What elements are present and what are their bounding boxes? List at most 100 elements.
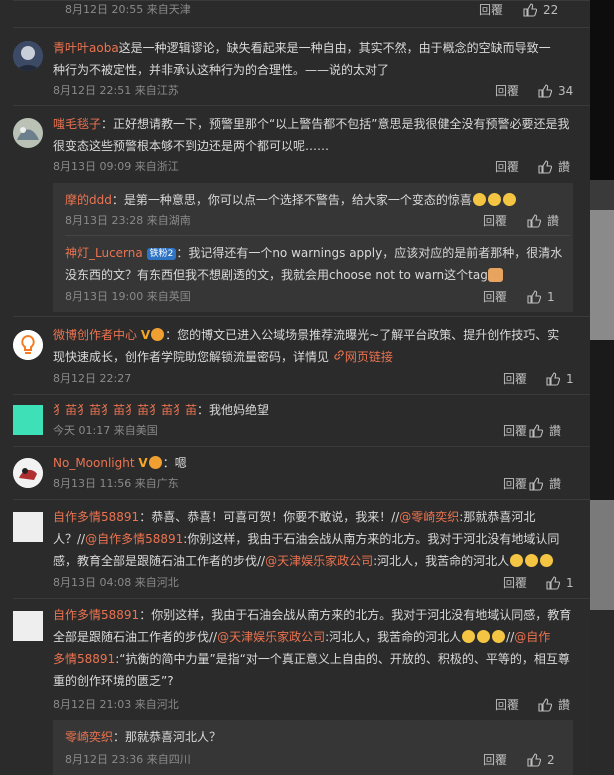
thumbs-up-icon <box>527 290 542 304</box>
divider <box>13 598 590 599</box>
username-link[interactable]: 嗤毛毯子 <box>53 117 101 131</box>
comment-text: 青叶叶aoba这是一种逻辑谬论，缺失看起来是一种自由，其实不然，由于概念的空缺而… <box>53 41 551 77</box>
emoji-icon <box>502 193 516 206</box>
verified-icon: V <box>140 328 151 342</box>
divider <box>13 27 590 28</box>
like-button[interactable]: 34 <box>538 83 573 99</box>
thumbs-up-icon <box>529 424 544 438</box>
background-block <box>590 610 614 775</box>
reply-time: 8月13日 19:00 来自英国 <box>65 290 191 303</box>
thumbs-up-icon <box>538 160 553 174</box>
reply-button[interactable]: 回覆 <box>483 213 507 229</box>
username-link[interactable]: 微博创作者中心 <box>53 328 137 342</box>
comment-time: 8月12日 22:51 来自江苏 <box>53 84 179 97</box>
background-block <box>590 500 614 610</box>
thumbs-up-icon <box>527 214 542 228</box>
avatar-image <box>13 118 43 148</box>
avatar[interactable] <box>13 118 43 148</box>
avatar[interactable] <box>13 41 43 71</box>
background-block <box>590 0 614 180</box>
divider <box>13 316 590 317</box>
comment-text: 微博创作者中心 V ：您的博文已进入公域场景推荐流曝光~了解平台政策、提升创作技巧… <box>53 328 560 364</box>
background-block <box>590 210 614 340</box>
mention-link[interactable]: @自作 <box>514 630 550 644</box>
reply-button[interactable]: 回覆 <box>483 752 507 768</box>
reply-button[interactable]: 回覆 <box>503 575 527 591</box>
username-link[interactable]: No_Moonlight <box>53 456 135 470</box>
divider <box>13 499 590 500</box>
like-button[interactable]: 讚 <box>529 423 561 439</box>
avatar[interactable] <box>13 611 43 641</box>
mention-link[interactable]: 多情58891 <box>53 652 115 666</box>
comment-time: 8月12日 22:27 <box>53 372 132 385</box>
mention-link[interactable]: @自作多情58891 <box>85 532 183 546</box>
like-button[interactable]: 讚 <box>529 476 561 492</box>
like-button[interactable]: 22 <box>523 2 558 18</box>
reply-text: 零崎奕织：那就恭喜河北人？ <box>65 730 222 744</box>
comment-text: 犭苖犭苖犭苖犭苖犭苖犭苖：我他妈绝望 <box>53 403 270 417</box>
comment-text: 自作多情58891：你别这样，我由于石油会战从南方来的北方。我对于河北没有地域认… <box>53 608 572 688</box>
crown-icon <box>148 456 162 469</box>
reply-button[interactable]: 回覆 <box>503 371 527 387</box>
reply-button[interactable]: 回覆 <box>495 159 519 175</box>
thumbs-up-icon <box>529 477 544 491</box>
avatar-image <box>13 41 43 71</box>
background-image-strip <box>590 0 614 775</box>
comment-text: No_Moonlight V ：嗯 <box>53 456 187 470</box>
username-link[interactable]: 零崎奕织 <box>65 730 113 744</box>
like-button[interactable]: 讚 <box>527 213 559 229</box>
emoji-icon <box>477 630 491 643</box>
fan-level-badge: 铁粉2 <box>146 248 177 260</box>
comment-time: 今天 01:17 来自美国 <box>53 424 158 437</box>
divider <box>65 235 570 236</box>
emoji-icon <box>487 268 503 282</box>
like-button[interactable]: 讚 <box>538 697 570 713</box>
reply-button[interactable]: 回覆 <box>495 83 519 99</box>
avatar[interactable] <box>13 458 43 488</box>
divider <box>13 446 590 447</box>
lightbulb-icon <box>13 330 43 360</box>
username-link[interactable]: 青叶叶aoba <box>53 41 119 55</box>
reply-button[interactable]: 回覆 <box>503 476 527 492</box>
mention-link[interactable]: @天津娱乐家政公司 <box>217 630 325 644</box>
reply-button[interactable]: 回覆 <box>483 289 507 305</box>
reply-text: 摩的ddd：是第一种意思，你可以点一个选择不警告，给大家一个变态的惊喜 <box>65 189 570 211</box>
emoji-icon <box>492 630 506 643</box>
username-link[interactable]: 摩的ddd <box>65 193 112 207</box>
background-block <box>590 180 614 210</box>
emoji-icon <box>487 193 501 206</box>
avatar[interactable] <box>13 512 43 542</box>
username-link[interactable]: 自作多情58891 <box>53 608 139 622</box>
reply-button[interactable]: 回覆 <box>479 2 503 18</box>
username-link[interactable]: 犭苖犭苖犭苖犭苖犭苖犭苖 <box>53 403 197 417</box>
like-button[interactable]: 1 <box>527 289 555 305</box>
divider <box>13 0 590 1</box>
reply-button[interactable]: 回覆 <box>495 697 519 713</box>
like-button[interactable]: 1 <box>546 575 574 591</box>
comment-time: 8月13日 11:56 来自广东 <box>53 477 179 490</box>
username-link[interactable]: 神灯_Lucerna <box>65 246 143 260</box>
comment-time: 8月12日 20:55 来自天津 <box>65 3 191 16</box>
background-block <box>590 340 614 500</box>
reply-time: 8月13日 23:28 来自湖南 <box>65 214 191 227</box>
divider <box>13 394 590 395</box>
reply-text: 神灯_Lucerna 铁粉2 ：我记得还有一个no warnings apply，… <box>65 246 563 282</box>
reply-time: 8月12日 23:36 来自四川 <box>65 753 191 766</box>
like-button[interactable]: 讚 <box>538 159 570 175</box>
avatar[interactable] <box>13 405 43 435</box>
comment-panel: 8月12日 20:55 来自天津 回覆 22 青叶叶aoba这是一种逻辑谬论，缺… <box>0 0 590 775</box>
web-link[interactable]: 网页链接 <box>333 350 393 364</box>
thumbs-up-icon <box>546 372 561 386</box>
emoji-icon <box>510 554 524 567</box>
comment-time: 8月13日 04:08 来自河北 <box>53 576 179 589</box>
like-button[interactable]: 1 <box>546 371 574 387</box>
avatar[interactable] <box>13 330 43 360</box>
username-link[interactable]: 自作多情58891 <box>53 510 139 524</box>
divider <box>13 105 590 106</box>
mention-link[interactable]: @天津娱乐家政公司 <box>265 554 373 568</box>
mention-link[interactable]: @零崎奕织 <box>399 510 459 524</box>
like-button[interactable]: 2 <box>527 752 555 768</box>
thumbs-up-icon <box>523 3 538 17</box>
reply-button[interactable]: 回覆 <box>503 423 527 439</box>
emoji-icon <box>462 630 476 643</box>
